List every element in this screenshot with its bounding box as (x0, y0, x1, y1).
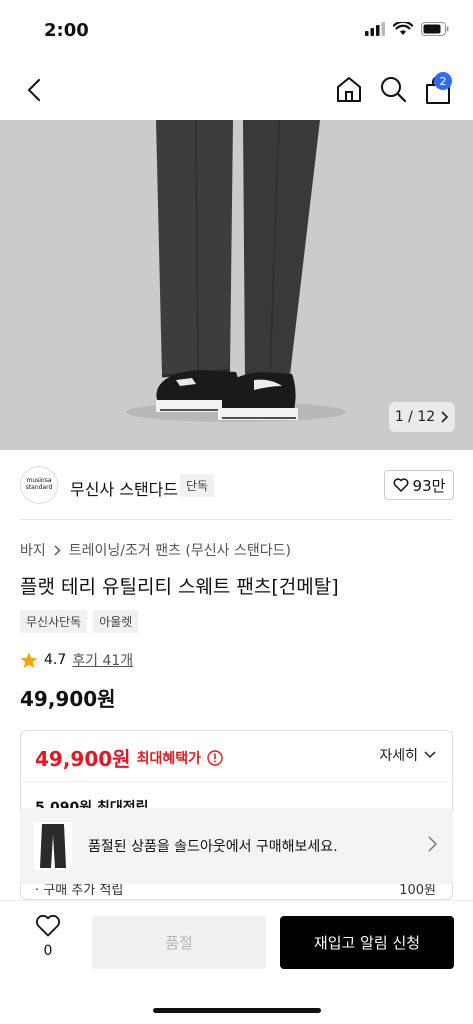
product-photo-pants (0, 120, 473, 450)
cart-count-badge: 2 (434, 72, 452, 90)
brand-like-button[interactable]: 93만 (384, 470, 454, 500)
search-icon[interactable] (378, 74, 408, 104)
image-counter[interactable]: 1 / 12 (389, 402, 455, 432)
soldout-banner[interactable]: 품절된 상품을 솔드아웃에서 구매해보세요. (20, 808, 453, 884)
soldout-thumbnail (34, 822, 72, 870)
status-bar: 2:00 (0, 0, 473, 60)
chevron-right-icon (428, 836, 437, 852)
benefit-detail-label: 자세히 (379, 748, 418, 764)
restock-alert-button[interactable]: 재입고 알림 신청 (280, 916, 454, 969)
product-price: 49,900원 (20, 687, 116, 711)
wishlist-button[interactable]: 0 (30, 914, 66, 959)
benefit-label: 최대혜택가 (136, 750, 201, 767)
brand-row: musinsa standard 무신사 스탠다드 단독 93만 (0, 460, 473, 516)
breadcrumb-item-pants[interactable]: 바지 (20, 540, 46, 560)
reviews-link[interactable]: 후기 41개 (72, 650, 133, 670)
brand-logo[interactable]: musinsa standard (20, 466, 58, 504)
heart-icon (35, 914, 61, 937)
info-icon[interactable] (207, 749, 223, 766)
soldout-banner-text: 품절된 상품을 솔드아웃에서 구매해보세요. (88, 839, 338, 855)
chevron-down-icon (424, 751, 436, 759)
divider (21, 781, 452, 782)
pants-thumbnail-icon (40, 824, 66, 868)
benefit-price: 49,900원 (35, 747, 131, 771)
brand-like-count: 93만 (412, 476, 446, 495)
heart-icon (393, 478, 408, 492)
product-tag: 아울렛 (93, 610, 139, 633)
system-indicators (365, 22, 449, 36)
benefit-detail-toggle[interactable]: 자세히 (379, 745, 436, 765)
home-indicator (153, 1008, 321, 1013)
signal-icon (365, 22, 385, 36)
rating-value: 4.7 (44, 652, 67, 668)
brand-logo-text: musinsa standard (25, 477, 53, 491)
chevron-right-icon (441, 411, 449, 423)
breadcrumb: 바지 트레이닝/조거 팬츠 (무신사 스탠다드) (20, 540, 291, 560)
product-rating: 4.7 후기 41개 (20, 650, 133, 670)
product-tag: 무신사단독 (20, 610, 88, 633)
top-nav (0, 60, 473, 120)
product-title: 플랫 테리 유틸리티 스웨트 팬츠[건메탈] (20, 576, 339, 598)
star-icon (20, 652, 38, 668)
product-tags: 무신사단독 아울렛 (20, 610, 139, 633)
chevron-right-icon (54, 545, 61, 555)
soldout-button[interactable]: 품절 (92, 916, 266, 969)
status-time: 2:00 (44, 20, 89, 41)
wishlist-count: 0 (43, 943, 53, 959)
breadcrumb-item-category[interactable]: 트레이닝/조거 팬츠 (무신사 스탠다드) (69, 540, 291, 560)
product-image[interactable] (0, 120, 473, 450)
wifi-icon (393, 22, 413, 35)
image-counter-text: 1 / 12 (394, 409, 436, 425)
divider (20, 519, 453, 520)
brand-name[interactable]: 무신사 스탠다드 (70, 476, 178, 500)
benefit-header: 49,900원 최대혜택가 (35, 743, 223, 772)
bottom-action-bar: 0 품절 재입고 알림 신청 (0, 900, 473, 1024)
home-icon[interactable] (334, 74, 364, 104)
back-icon[interactable] (20, 76, 48, 104)
battery-icon (421, 22, 449, 36)
brand-exclusive-tag: 단독 (180, 474, 215, 497)
